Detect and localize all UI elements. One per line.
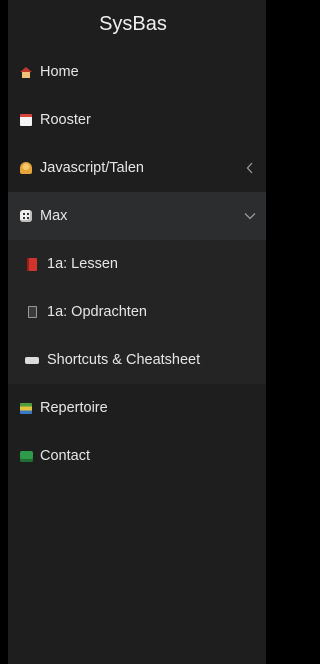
- nav-item-label: Max: [40, 208, 68, 224]
- keyboard-icon: [25, 356, 39, 364]
- subnav-item-label: 1a: Opdrachten: [47, 304, 147, 320]
- chevron-left-icon[interactable]: [244, 162, 256, 174]
- nav-list: Home Rooster Javascript/Talen Max 1a: Le…: [8, 48, 266, 480]
- red-book-icon: [25, 257, 39, 271]
- notebook-icon: [25, 306, 39, 318]
- nav-item-label: Rooster: [40, 112, 91, 128]
- nav-item-label: Home: [40, 64, 79, 80]
- sidebar: SysBas Home Rooster Javascript/Talen Max: [8, 0, 266, 664]
- calendar-icon: [18, 114, 34, 126]
- subnav-item-opdrachten[interactable]: 1a: Opdrachten: [8, 288, 266, 336]
- submenu-max: 1a: Lessen 1a: Opdrachten Shortcuts & Ch…: [8, 240, 266, 384]
- subnav-item-label: 1a: Lessen: [47, 256, 118, 272]
- subnav-item-label: Shortcuts & Cheatsheet: [47, 352, 201, 368]
- chevron-down-icon[interactable]: [244, 210, 256, 222]
- subnav-item-lessen[interactable]: 1a: Lessen: [8, 240, 266, 288]
- house-icon: [18, 66, 34, 78]
- nav-item-contact[interactable]: Contact: [8, 432, 266, 480]
- nav-item-rooster[interactable]: Rooster: [8, 96, 266, 144]
- subnav-item-shortcuts[interactable]: Shortcuts & Cheatsheet: [8, 336, 266, 384]
- nav-item-home[interactable]: Home: [8, 48, 266, 96]
- nav-item-javascript-talen[interactable]: Javascript/Talen: [8, 144, 266, 192]
- nav-item-max[interactable]: Max: [8, 192, 266, 240]
- app-title[interactable]: SysBas: [8, 0, 266, 48]
- nav-item-label: Contact: [40, 448, 90, 464]
- person-icon: [18, 162, 34, 174]
- die-icon: [18, 210, 34, 222]
- nav-item-label: Repertoire: [40, 400, 108, 416]
- contact-icon: [18, 450, 34, 462]
- nav-item-repertoire[interactable]: Repertoire: [8, 384, 266, 432]
- nav-item-label: Javascript/Talen: [40, 160, 144, 176]
- books-icon: [18, 402, 34, 414]
